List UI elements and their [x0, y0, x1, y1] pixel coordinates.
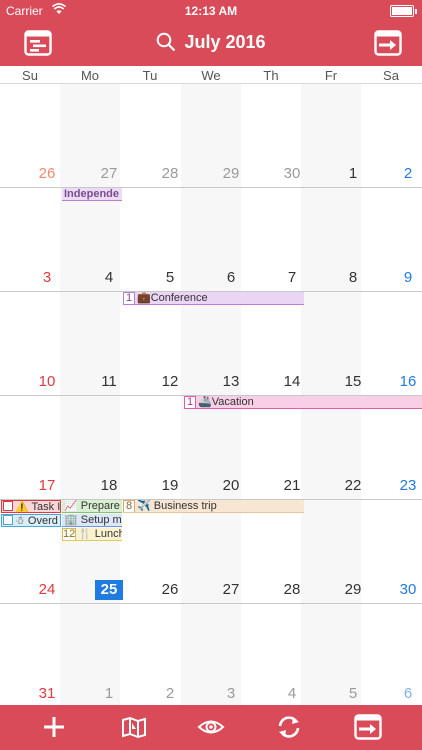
visibility-button[interactable]	[197, 714, 225, 740]
day-number[interactable]: 8	[339, 268, 367, 288]
day-number[interactable]: 12	[156, 372, 184, 392]
day-number[interactable]: 30	[394, 580, 422, 600]
day-number[interactable]: 11	[95, 372, 123, 392]
calendar-export-button[interactable]	[354, 714, 382, 740]
status-bar: Carrier 12:13 AM	[0, 0, 422, 22]
sync-button[interactable]	[275, 714, 303, 740]
day-number[interactable]: 13	[217, 372, 245, 392]
day-number[interactable]: 1	[95, 684, 123, 704]
event-label: 🍴 Lunch	[78, 528, 122, 540]
event-business-trip[interactable]: 8 ✈️ Business trip	[123, 500, 304, 513]
day-number[interactable]: 6	[217, 268, 245, 288]
event-label: 📈 Prepare	[64, 500, 120, 512]
event-label: ⚠️ Task I	[15, 501, 61, 513]
day-number[interactable]: 27	[217, 580, 245, 600]
weekday-label: Th	[263, 68, 279, 83]
day-number[interactable]: 4	[95, 268, 123, 288]
day-number[interactable]: 7	[278, 268, 306, 288]
tab-bar	[0, 705, 422, 750]
weekday-label: Fr	[324, 68, 338, 83]
event-label: 🚢Vacation	[198, 396, 254, 408]
calendar-arrow-icon	[354, 714, 382, 740]
weekday-label: Tu	[142, 68, 158, 83]
day-number[interactable]: 28	[278, 580, 306, 600]
event-independence-day[interactable]: Independe	[62, 188, 122, 201]
event-conference[interactable]: 1 💼Conference	[123, 292, 304, 305]
event-label: 🏢 Setup m	[64, 514, 122, 526]
day-number[interactable]: 2	[394, 164, 422, 184]
map-icon	[122, 716, 146, 739]
day-number[interactable]: 5	[156, 268, 184, 288]
event-badge: 8	[123, 500, 135, 512]
weekday-label: Mo	[80, 68, 100, 83]
day-number[interactable]: 5	[339, 684, 367, 704]
day-number[interactable]: 6	[394, 684, 422, 704]
day-number[interactable]: 18	[95, 476, 123, 496]
event-overdue[interactable]: ☃ Overd	[1, 514, 61, 527]
event-badge: 12	[62, 528, 76, 540]
month-grid[interactable]: Independe 1 💼Conference 1 🚢Vacation ⚠️ Tas…	[0, 84, 422, 705]
day-number[interactable]: 10	[33, 372, 61, 392]
add-event-button[interactable]	[40, 714, 68, 740]
day-number[interactable]: 19	[156, 476, 184, 496]
eye-icon	[197, 720, 225, 734]
map-button[interactable]	[120, 714, 148, 740]
checkbox-icon[interactable]	[3, 501, 13, 511]
search-icon	[157, 32, 176, 52]
day-number[interactable]: 30	[278, 164, 306, 184]
weekday-label: Sa	[383, 68, 399, 83]
weekday-header: Su Mo Tu We Th Fr Sa	[0, 66, 422, 84]
day-number[interactable]: 1	[339, 164, 367, 184]
day-number[interactable]: 29	[217, 164, 245, 184]
weekday-label: We	[201, 68, 221, 83]
battery-icon	[390, 5, 417, 17]
event-setup[interactable]: 🏢 Setup m	[62, 514, 122, 527]
month-title[interactable]: July 2016	[0, 32, 422, 53]
day-number[interactable]: 17	[33, 476, 61, 496]
day-number[interactable]: 21	[278, 476, 306, 496]
event-vacation[interactable]: 1 🚢Vacation	[184, 396, 422, 409]
day-number[interactable]: 26	[156, 580, 184, 600]
event-label: Independe	[64, 188, 120, 200]
day-number[interactable]: 16	[394, 372, 422, 392]
day-number[interactable]: 2	[156, 684, 184, 704]
weekday-label: Su	[22, 68, 38, 83]
day-number[interactable]: 22	[339, 476, 367, 496]
day-number[interactable]: 9	[394, 268, 422, 288]
event-task[interactable]: ⚠️ Task I	[1, 500, 61, 513]
status-time: 12:13 AM	[184, 4, 238, 18]
day-number[interactable]: 27	[95, 164, 123, 184]
day-number[interactable]: 20	[217, 476, 245, 496]
event-label: ☃ Overd	[15, 515, 58, 527]
calendar-arrow-button[interactable]	[374, 30, 402, 56]
checkbox-icon[interactable]	[3, 515, 13, 525]
event-label: 💼Conference	[137, 292, 208, 304]
month-title-text: July 2016	[184, 32, 266, 52]
day-number[interactable]: 25	[95, 580, 123, 600]
event-label: ✈️ Business trip	[137, 500, 217, 512]
calendar-arrow-icon	[374, 30, 402, 56]
event-badge: 1	[123, 292, 135, 304]
day-number[interactable]: 15	[339, 372, 367, 392]
day-number[interactable]: 28	[156, 164, 184, 184]
sync-icon	[278, 716, 300, 738]
day-number[interactable]: 3	[33, 268, 61, 288]
day-number[interactable]: 14	[278, 372, 306, 392]
plus-icon	[44, 717, 64, 737]
day-number[interactable]: 29	[339, 580, 367, 600]
day-number[interactable]: 26	[33, 164, 61, 184]
week-separator	[0, 603, 422, 604]
day-number[interactable]: 31	[33, 684, 61, 704]
nav-bar: July 2016	[0, 22, 422, 66]
event-badge: 1	[184, 396, 196, 408]
day-number[interactable]: 23	[394, 476, 422, 496]
event-lunch[interactable]: 12 🍴 Lunch	[62, 528, 122, 541]
day-number[interactable]: 4	[278, 684, 306, 704]
event-prepare[interactable]: 📈 Prepare	[62, 500, 122, 513]
day-number[interactable]: 3	[217, 684, 245, 704]
day-number[interactable]: 24	[33, 580, 61, 600]
